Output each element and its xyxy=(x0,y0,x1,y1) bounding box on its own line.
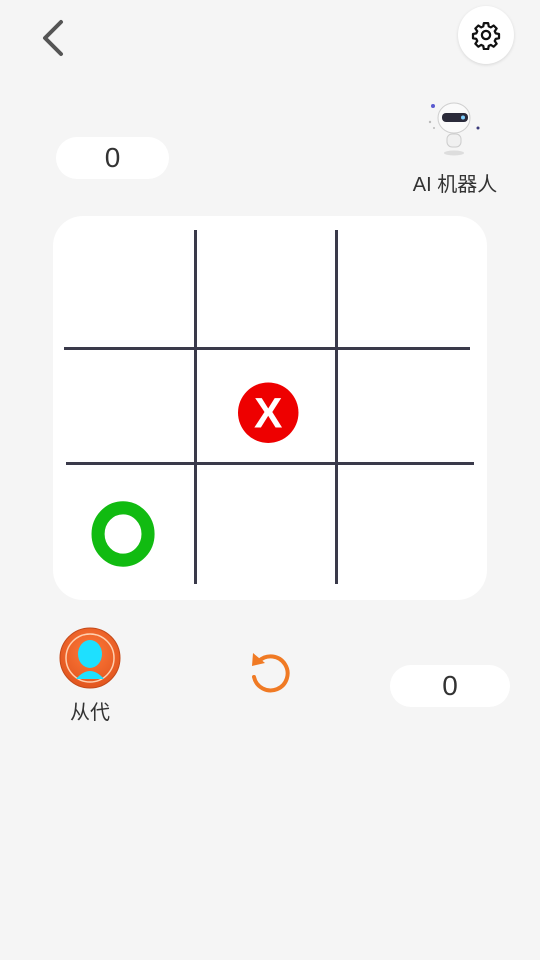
player-score-value: 0 xyxy=(442,670,458,701)
chevron-left-icon xyxy=(43,20,63,56)
back-button[interactable] xyxy=(28,12,80,64)
board-cell-7[interactable] xyxy=(197,465,335,584)
settings-button[interactable] xyxy=(458,6,514,64)
o-piece xyxy=(91,501,155,567)
board-cell-5[interactable] xyxy=(338,350,474,462)
player-name: 从代 xyxy=(70,702,110,724)
restart-icon xyxy=(252,653,290,693)
board-cell-8[interactable] xyxy=(338,465,474,584)
x-piece: X xyxy=(238,382,299,443)
board-cell-6[interactable] xyxy=(64,465,194,584)
board-cell-4[interactable]: X xyxy=(197,350,335,462)
board-cell-2[interactable] xyxy=(338,230,474,347)
board-cell-0[interactable] xyxy=(64,230,194,347)
robot-avatar-icon xyxy=(420,98,490,160)
board-cell-1[interactable] xyxy=(197,230,335,347)
gear-icon xyxy=(471,22,501,50)
opponent-score-value: 0 xyxy=(104,142,121,173)
svg-text:X: X xyxy=(254,389,282,437)
restart-button[interactable] xyxy=(244,646,296,698)
user-avatar-icon xyxy=(59,627,121,689)
board-cell-3[interactable] xyxy=(64,350,194,462)
game-board: X xyxy=(53,216,487,600)
opponent-name: AI 机器人 xyxy=(412,174,498,196)
player-score: 0 xyxy=(390,665,510,707)
opponent-score: 0 xyxy=(56,137,169,179)
